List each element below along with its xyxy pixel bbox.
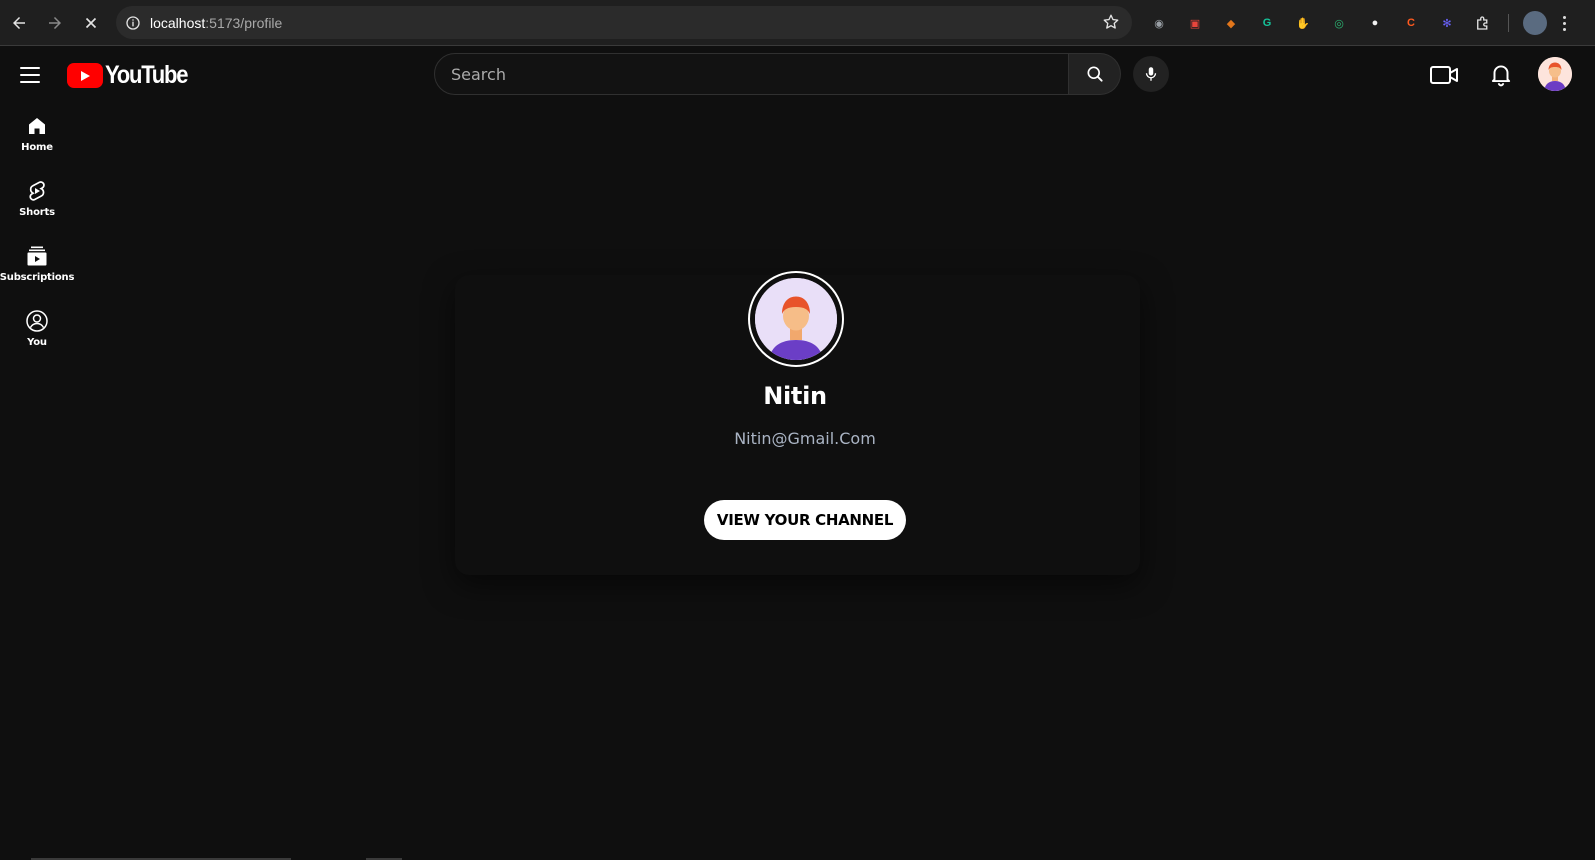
notifications-button[interactable]	[1486, 59, 1516, 89]
extensions-row: ◉ ▣ ◆ G ✋ ◎ ● C ✻	[1148, 11, 1567, 35]
stop-extension-icon[interactable]: ✋	[1292, 12, 1314, 34]
profile-avatar	[748, 271, 844, 367]
youtube-logo[interactable]: YouTube	[67, 61, 198, 90]
sidebar-item-label: Subscriptions	[0, 272, 75, 283]
bell-icon	[1491, 65, 1511, 87]
browser-menu-icon[interactable]	[1561, 15, 1567, 31]
home-icon	[29, 118, 45, 134]
arrow-left-icon	[13, 16, 25, 29]
sidebar-item-home[interactable]: Home	[0, 108, 74, 173]
search-bar	[434, 53, 1121, 95]
logo-text: YouTube	[105, 61, 188, 89]
grammarly-extension-icon[interactable]: G	[1256, 12, 1278, 34]
search-button[interactable]	[1069, 53, 1121, 95]
url-host: localhost	[150, 14, 206, 31]
youtube-play-icon	[67, 63, 103, 88]
hamburger-menu-icon[interactable]	[18, 65, 42, 85]
fox-extension-icon[interactable]: ◆	[1220, 12, 1242, 34]
sidebar-item-label: You	[27, 337, 47, 348]
subscriptions-icon	[27, 246, 47, 266]
arrow-right-icon	[49, 16, 61, 29]
browser-toolbar: localhost:5173/profile ◉ ▣ ◆ G ✋ ◎ ● C ✻	[0, 0, 1595, 46]
view-your-channel-button[interactable]: VIEW YOUR CHANNEL	[704, 500, 906, 540]
url-path: :5173/profile	[205, 14, 283, 31]
profile-name: Nitin	[763, 382, 827, 410]
search-icon	[1087, 66, 1103, 82]
video-camera-icon	[1430, 66, 1458, 84]
stop-loading-button[interactable]	[74, 6, 108, 40]
you-icon	[26, 310, 48, 332]
red-extension-icon[interactable]: ▣	[1184, 12, 1206, 34]
camera-extension-icon[interactable]: ◉	[1148, 12, 1170, 34]
url-text: localhost:5173/profile	[150, 15, 282, 31]
search-input[interactable]	[434, 53, 1069, 95]
ci-extension-icon[interactable]: C	[1400, 12, 1422, 34]
site-info-icon[interactable]	[118, 15, 148, 31]
sidebar-item-you[interactable]: You	[0, 303, 74, 368]
white-circle-extension-icon[interactable]: ●	[1364, 12, 1386, 34]
toolbar-separator	[1508, 14, 1509, 32]
sidebar-item-label: Shorts	[19, 207, 55, 218]
microphone-icon	[1145, 67, 1157, 81]
voice-search-button[interactable]	[1133, 56, 1169, 92]
sidebar-item-shorts[interactable]: Shorts	[0, 173, 74, 238]
browser-profile-avatar[interactable]	[1523, 11, 1547, 35]
shorts-icon	[29, 181, 45, 201]
close-icon	[85, 17, 97, 28]
extensions-puzzle-icon[interactable]	[1472, 12, 1494, 34]
forward-button[interactable]	[38, 6, 72, 40]
profile-email: Nitin@Gmail.Com	[734, 429, 876, 448]
left-sidebar: Home Shorts Subscriptions You	[0, 108, 74, 368]
sidebar-item-label: Home	[21, 142, 53, 153]
account-avatar[interactable]	[1538, 57, 1572, 91]
target-extension-icon[interactable]: ◎	[1328, 12, 1350, 34]
back-button[interactable]	[2, 6, 36, 40]
gear-extension-icon[interactable]: ✻	[1436, 12, 1458, 34]
address-bar[interactable]: localhost:5173/profile	[116, 6, 1132, 39]
sidebar-item-subscriptions[interactable]: Subscriptions	[0, 238, 74, 303]
create-video-button[interactable]	[1428, 61, 1460, 89]
bookmark-star-icon[interactable]	[1102, 13, 1120, 36]
youtube-header: YouTube	[0, 47, 1595, 103]
